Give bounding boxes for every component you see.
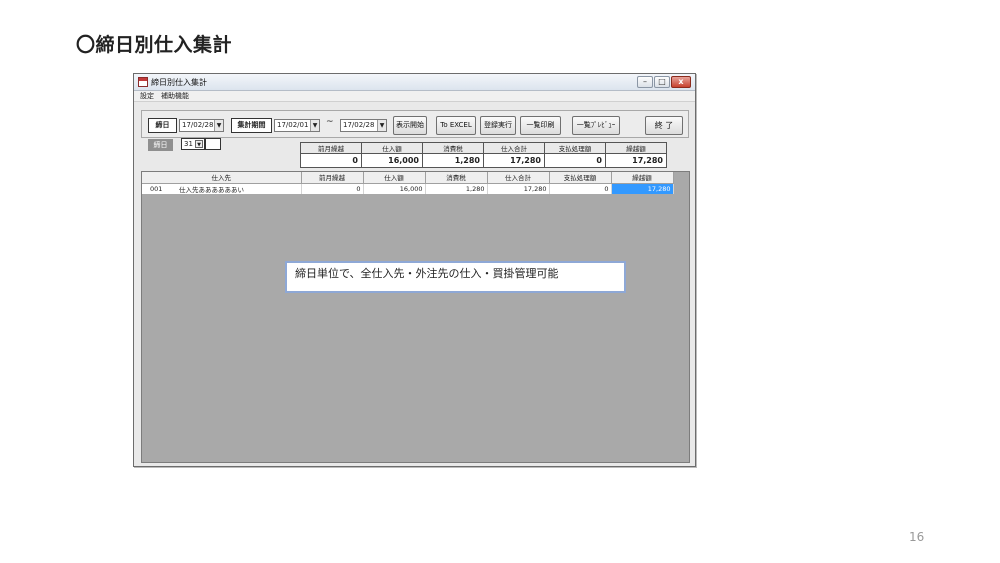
- chevron-down-icon[interactable]: ▼: [214, 120, 223, 131]
- summary-header: 繰越額: [605, 142, 667, 154]
- summary-header: 支払処理額: [544, 142, 606, 154]
- summary-header: 消費税: [422, 142, 484, 154]
- row-value[interactable]: 16,000: [363, 183, 426, 194]
- page-number: 16: [909, 530, 925, 544]
- shime-day-label: 締日: [148, 139, 173, 151]
- period-to-value: 17/02/28: [343, 121, 375, 129]
- shime-day-box: [205, 138, 221, 150]
- period-label: 集計期間: [231, 118, 272, 133]
- chevron-down-icon[interactable]: ▼: [310, 120, 319, 131]
- register-button[interactable]: 登録実行: [480, 116, 516, 135]
- period-from-value: 17/02/01: [277, 121, 309, 129]
- grid-header[interactable]: 繰越額: [611, 172, 674, 184]
- shime-day-value: 31: [184, 140, 193, 148]
- menu-aux-functions[interactable]: 補助機能: [161, 92, 189, 100]
- shime-date-value: 17/02/28: [182, 121, 214, 129]
- chevron-down-icon[interactable]: ▼: [377, 120, 386, 131]
- app-icon: [138, 77, 148, 87]
- data-grid[interactable]: 仕入先 前月繰越 仕入額 消費税 仕入合計 支払処理額 繰越額 001 仕入先あ…: [141, 171, 690, 463]
- window-titlebar: 締日別仕入集計 – □ x: [134, 74, 695, 91]
- row-code[interactable]: 001: [142, 183, 175, 194]
- toolbar: 締日 17/02/28 ▼ 集計期間 17/02/01 ▼ ~ 17/02/28…: [141, 110, 689, 138]
- row-value[interactable]: 17,280: [487, 183, 550, 194]
- shime-date-label: 締日: [148, 118, 177, 133]
- row-value[interactable]: 1,280: [425, 183, 488, 194]
- minimize-button[interactable]: –: [637, 76, 653, 88]
- summary-header: 仕入合計: [483, 142, 545, 154]
- display-start-button[interactable]: 表示開始: [393, 116, 427, 135]
- summary-value: 17,280: [483, 153, 545, 168]
- grid-header[interactable]: 消費税: [425, 172, 488, 184]
- table-row[interactable]: 001 仕入先ああああああい 0 16,000 1,280 17,280 0 1…: [142, 183, 674, 194]
- summary-table: 前月繰越 仕入額 消費税 仕入合計 支払処理額 繰越額 0 16,000 1,2…: [300, 142, 667, 168]
- callout-box: 締日単位で、全仕入先・外注先の仕入・買掛管理可能: [285, 261, 626, 293]
- menubar: 設定 補助機能: [134, 91, 695, 102]
- menu-settings[interactable]: 設定: [140, 92, 154, 100]
- close-button[interactable]: x: [671, 76, 691, 88]
- preview-list-button[interactable]: 一覧ﾌﾟﾚﾋﾞｭｰ: [572, 116, 620, 135]
- summary-header: 仕入額: [361, 142, 423, 154]
- shime-day-select[interactable]: 31 ▼: [181, 138, 205, 150]
- summary-value: 1,280: [422, 153, 484, 168]
- summary-value: 0: [300, 153, 362, 168]
- maximize-button[interactable]: □: [654, 76, 670, 88]
- grid-table: 仕入先 前月繰越 仕入額 消費税 仕入合計 支払処理額 繰越額 001 仕入先あ…: [142, 172, 674, 194]
- grid-header[interactable]: 仕入合計: [487, 172, 550, 184]
- grid-header[interactable]: 前月繰越: [301, 172, 364, 184]
- row-value[interactable]: 0: [549, 183, 612, 194]
- period-tilde: ~: [326, 117, 334, 127]
- slide-title: 〇締日別仕入集計: [76, 34, 233, 56]
- period-to-select[interactable]: 17/02/28 ▼: [340, 119, 387, 132]
- period-from-select[interactable]: 17/02/01 ▼: [274, 119, 320, 132]
- grid-header[interactable]: 支払処理額: [549, 172, 612, 184]
- row-value-selected[interactable]: 17,280: [611, 183, 674, 194]
- row-value[interactable]: 0: [301, 183, 364, 194]
- grid-header[interactable]: 仕入先: [142, 172, 302, 184]
- print-list-button[interactable]: 一覧印刷: [520, 116, 561, 135]
- summary-value: 17,280: [605, 153, 667, 168]
- summary-value: 0: [544, 153, 606, 168]
- row-supplier-name[interactable]: 仕入先ああああああい: [175, 183, 302, 194]
- chevron-down-icon[interactable]: ▼: [195, 140, 203, 148]
- summary-value: 16,000: [361, 153, 423, 168]
- grid-header[interactable]: 仕入額: [363, 172, 426, 184]
- to-excel-button[interactable]: To EXCEL: [436, 116, 476, 135]
- shime-date-select[interactable]: 17/02/28 ▼: [179, 119, 224, 132]
- window-title: 締日別仕入集計: [151, 78, 207, 87]
- summary-header: 前月繰越: [300, 142, 362, 154]
- exit-button[interactable]: 終 了: [645, 116, 683, 135]
